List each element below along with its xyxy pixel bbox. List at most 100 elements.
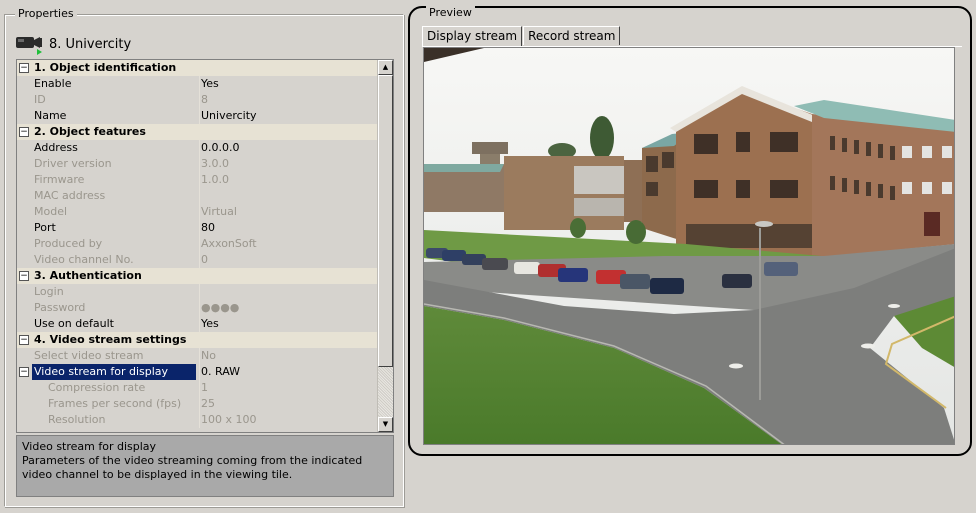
scroll-down-button[interactable]: ▼ bbox=[378, 417, 393, 432]
property-name: ID bbox=[34, 93, 46, 106]
property-value[interactable]: 0 bbox=[201, 252, 377, 268]
property-row[interactable]: ID 8 bbox=[17, 92, 378, 108]
column-divider bbox=[199, 364, 200, 380]
property-name: Use on default bbox=[34, 317, 114, 330]
category-label: 1. Object identification bbox=[34, 61, 177, 74]
property-name: Produced by bbox=[34, 237, 103, 250]
property-value[interactable]: 0. RAW bbox=[201, 364, 377, 380]
description-text: Parameters of the video streaming coming… bbox=[22, 454, 363, 481]
collapse-toggle-icon[interactable]: − bbox=[19, 127, 29, 137]
column-divider bbox=[199, 252, 200, 268]
camera-feed-image bbox=[424, 48, 954, 444]
property-grid-scrollbar[interactable]: ▲ ▼ bbox=[377, 60, 393, 432]
description-box: Video stream for display Parameters of t… bbox=[16, 435, 394, 497]
property-value[interactable]: 0.0.0.0 bbox=[201, 140, 377, 156]
scroll-track[interactable] bbox=[378, 367, 393, 417]
property-name: Driver version bbox=[34, 157, 112, 170]
column-divider bbox=[199, 108, 200, 124]
collapse-toggle-icon[interactable]: − bbox=[19, 367, 29, 377]
collapse-toggle-icon[interactable]: − bbox=[19, 271, 29, 281]
property-name: Password bbox=[34, 301, 86, 314]
collapse-toggle-icon[interactable]: − bbox=[19, 63, 29, 73]
property-row[interactable]: Produced by AxxonSoft bbox=[17, 236, 378, 252]
property-row[interactable]: Login bbox=[17, 284, 378, 300]
column-divider bbox=[199, 92, 200, 108]
property-value[interactable]: 25 bbox=[201, 396, 377, 412]
device-header: 8. Univercity bbox=[15, 33, 131, 55]
category-label: 3. Authentication bbox=[34, 269, 142, 282]
property-value[interactable]: Yes bbox=[201, 76, 377, 92]
property-row[interactable]: Video channel No. 0 bbox=[17, 252, 378, 268]
property-name: Resolution bbox=[48, 413, 106, 426]
property-row[interactable]: Model Virtual bbox=[17, 204, 378, 220]
category-row[interactable]: −3. Authentication bbox=[17, 268, 378, 284]
video-preview bbox=[423, 47, 955, 445]
property-grid[interactable]: −1. Object identification Enable Yes ID 8 Nam… bbox=[16, 59, 394, 433]
property-name: MAC address bbox=[34, 189, 106, 202]
property-name: Enable bbox=[34, 77, 72, 90]
property-name: Select video stream bbox=[34, 349, 144, 362]
property-name: Login bbox=[34, 285, 64, 298]
property-value[interactable]: Virtual bbox=[201, 204, 377, 220]
properties-panel: Properties 8. Univercity −1. Object iden… bbox=[4, 7, 404, 507]
tab-record-stream[interactable]: Record stream bbox=[523, 26, 621, 45]
property-value[interactable]: 8 bbox=[201, 92, 377, 108]
category-row[interactable]: −1. Object identification bbox=[17, 60, 378, 76]
column-divider bbox=[199, 284, 200, 300]
column-divider bbox=[199, 300, 200, 316]
property-row[interactable]: Enable Yes bbox=[17, 76, 378, 92]
property-value[interactable]: 3.0.0 bbox=[201, 156, 377, 172]
scroll-up-button[interactable]: ▲ bbox=[378, 60, 393, 75]
property-row[interactable]: MAC address bbox=[17, 188, 378, 204]
property-value[interactable]: AxxonSoft bbox=[201, 236, 377, 252]
property-row[interactable]: Address 0.0.0.0 bbox=[17, 140, 378, 156]
property-name: Port bbox=[34, 221, 56, 234]
property-value[interactable]: Univercity bbox=[201, 108, 377, 124]
column-divider bbox=[199, 172, 200, 188]
property-row[interactable]: − Video stream for display 0. RAW bbox=[17, 364, 378, 380]
property-value[interactable] bbox=[201, 284, 377, 300]
tab-display-stream[interactable]: Display stream bbox=[422, 26, 523, 46]
column-divider bbox=[199, 236, 200, 252]
property-value[interactable]: 1.0.0 bbox=[201, 172, 377, 188]
preview-group-title: Preview bbox=[426, 6, 475, 20]
property-row[interactable]: Password ●●●● bbox=[17, 300, 378, 316]
collapse-toggle-icon[interactable]: − bbox=[19, 335, 29, 345]
property-grid-rows: −1. Object identification Enable Yes ID 8 Nam… bbox=[17, 60, 378, 432]
column-divider bbox=[199, 76, 200, 92]
category-row[interactable]: −4. Video stream settings bbox=[17, 332, 378, 348]
property-name: Frames per second (fps) bbox=[48, 397, 182, 410]
property-row[interactable]: Resolution 100 x 100 bbox=[17, 412, 378, 428]
category-row[interactable]: −2. Object features bbox=[17, 124, 378, 140]
property-value[interactable]: ●●●● bbox=[201, 300, 377, 316]
property-row[interactable]: Use on default Yes bbox=[17, 316, 378, 332]
column-divider bbox=[199, 316, 200, 332]
property-row[interactable]: Driver version 3.0.0 bbox=[17, 156, 378, 172]
property-row[interactable]: Name Univercity bbox=[17, 108, 378, 124]
preview-tabs: Display stream Record stream bbox=[422, 26, 621, 46]
property-row[interactable]: Firmware 1.0.0 bbox=[17, 172, 378, 188]
property-row[interactable]: Frames per second (fps) 25 bbox=[17, 396, 378, 412]
property-name: Video channel No. bbox=[34, 253, 134, 266]
column-divider bbox=[199, 188, 200, 204]
description-title: Video stream for display bbox=[22, 440, 157, 453]
property-value[interactable]: 80 bbox=[201, 220, 377, 236]
device-title: 8. Univercity bbox=[49, 36, 132, 52]
property-name: Name bbox=[34, 109, 67, 122]
property-row[interactable]: Compression rate 1 bbox=[17, 380, 378, 396]
property-name: Firmware bbox=[34, 173, 85, 186]
property-value[interactable]: Yes bbox=[201, 316, 377, 332]
property-value[interactable] bbox=[201, 188, 377, 204]
property-value[interactable]: No bbox=[201, 348, 377, 364]
property-row[interactable]: Select video stream No bbox=[17, 348, 378, 364]
property-name: Video stream for display bbox=[32, 364, 196, 380]
property-row[interactable]: Port 80 bbox=[17, 220, 378, 236]
column-divider bbox=[199, 140, 200, 156]
property-name: Compression rate bbox=[48, 381, 146, 394]
property-value[interactable]: 1 bbox=[201, 380, 377, 396]
property-name: Address bbox=[34, 141, 78, 154]
column-divider bbox=[199, 156, 200, 172]
scroll-thumb[interactable] bbox=[378, 75, 393, 367]
column-divider bbox=[199, 380, 200, 396]
property-value[interactable]: 100 x 100 bbox=[201, 412, 377, 428]
